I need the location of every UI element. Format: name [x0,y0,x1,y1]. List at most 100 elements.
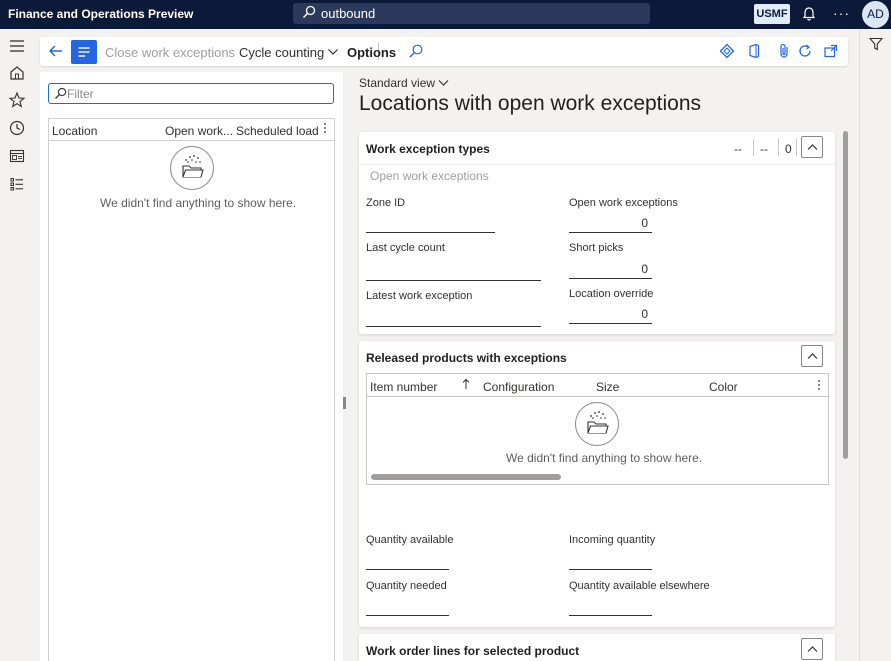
column-header-color[interactable]: Color [709,380,738,394]
notification-bell-icon[interactable] [801,6,817,22]
workspace-icon[interactable] [8,147,26,165]
location-list-panel: Location Open work... Scheduled load We … [40,72,343,661]
chevron-down-icon [438,80,449,86]
vertical-scrollbar[interactable] [843,131,848,459]
empty-state-message: We didn't find anything to show here. [506,451,703,465]
empty-folder-icon [170,146,214,190]
more-options-icon[interactable]: ··· [833,5,850,21]
quantity-available-field[interactable] [366,569,449,570]
location-grid: Location Open work... Scheduled load We … [48,118,335,661]
action-pane: Close work exceptions Cycle counting Opt… [40,37,848,66]
collapse-button[interactable] [801,345,823,367]
hamburger-icon[interactable] [8,37,26,55]
fasttab-title[interactable]: Work exception types [366,142,490,156]
open-work-exceptions-label: Open work exceptions [569,197,678,209]
released-products-grid: Item number Configuration Size Color We … [366,373,829,485]
view-selector-label: Standard view [359,76,436,90]
chevron-up-icon [807,353,818,359]
office-icon[interactable] [746,43,762,59]
company-picker-button[interactable]: USMF [754,4,790,24]
short-picks-label: Short picks [569,242,624,254]
cycle-counting-menu[interactable]: Cycle counting [239,45,339,60]
cycle-counting-label: Cycle counting [239,45,325,60]
incoming-quantity-field[interactable] [569,569,652,570]
column-header-open-work-exceptions[interactable]: Open work... [165,124,233,138]
latest-work-exception-field[interactable] [366,326,541,327]
quantity-available-elsewhere-label: Quantity available elsewhere [569,580,710,592]
summary-divider [753,139,754,156]
incoming-quantity-label: Incoming quantity [569,534,656,546]
horizontal-scrollbar[interactable] [371,474,561,480]
collapse-button[interactable] [801,136,823,158]
chevron-down-icon [328,49,339,55]
zone-id-label: Zone ID [366,197,406,209]
summary-field-3: 0 [785,142,792,156]
last-cycle-count-field[interactable] [366,280,541,281]
list-icon[interactable] [8,175,26,193]
filter-icon[interactable] [869,37,883,51]
star-icon[interactable] [8,91,26,109]
quantity-available-elsewhere-field[interactable] [569,615,652,616]
open-work-exceptions-underline [569,232,652,233]
column-options-icon[interactable] [817,379,821,391]
empty-state-message: We didn't find anything to show here. [100,196,297,210]
collapse-button[interactable] [801,638,823,660]
empty-folder-icon [575,402,619,446]
attachments-icon[interactable] [776,43,792,59]
search-icon[interactable] [408,43,424,59]
summary-divider [778,139,779,156]
released-products-fasttab: Released products with exceptions Item n… [359,341,835,627]
short-picks-underline [569,278,652,279]
home-icon[interactable] [8,64,26,82]
open-work-exceptions-value[interactable]: 0 [569,216,648,230]
location-override-value[interactable]: 0 [569,307,648,321]
quantity-needed-label: Quantity needed [366,580,447,592]
search-text: outbound [321,6,376,21]
work-exception-types-fasttab: Work exception types -- -- 0 Open work e… [359,132,835,334]
search-icon [55,87,67,99]
avatar[interactable]: AD [862,1,889,28]
quantity-available-label: Quantity available [366,534,454,546]
filter-field[interactable] [48,83,334,104]
fasttab-divider [359,164,835,165]
column-header-size[interactable]: Size [596,380,619,394]
column-options-icon[interactable] [323,122,327,134]
chevron-up-icon [807,144,818,150]
refresh-icon[interactable] [797,43,813,59]
page-options-icon[interactable] [71,40,97,64]
last-cycle-count-label: Last cycle count [366,242,445,254]
chevron-up-icon [807,646,818,652]
power-apps-icon[interactable] [719,43,735,59]
global-search-box[interactable]: outbound [293,3,650,24]
column-header-item-number[interactable]: Item number [370,380,437,394]
grid-header: Location Open work... Scheduled load [49,119,334,141]
sort-ascending-icon[interactable] [462,378,470,390]
fasttab-title[interactable]: Released products with exceptions [366,351,567,365]
top-bar: Finance and Operations Preview outbound … [0,0,891,29]
back-arrow-icon[interactable] [48,43,64,59]
right-rail [859,29,891,661]
latest-work-exception-label: Latest work exception [366,290,473,302]
fasttab-title[interactable]: Work order lines for selected product [366,644,579,658]
summary-field-2: -- [760,142,768,156]
column-header-scheduled-load[interactable]: Scheduled load [236,124,319,138]
work-order-lines-fasttab: Work order lines for selected product [359,634,835,661]
close-work-exceptions-button[interactable]: Close work exceptions [105,45,235,60]
filter-input[interactable] [67,85,327,102]
column-header-location[interactable]: Location [52,124,97,138]
clock-icon[interactable] [8,119,26,137]
column-header-configuration[interactable]: Configuration [483,380,554,394]
summary-field-1: -- [734,142,742,156]
open-in-new-window-icon[interactable] [823,43,839,59]
zone-id-field[interactable] [366,232,495,233]
left-navigation [0,29,34,661]
pane-splitter-handle[interactable] [343,397,346,409]
view-selector[interactable]: Standard view [359,76,449,90]
options-tab[interactable]: Options [347,45,396,60]
search-icon [302,5,316,19]
quantity-needed-field[interactable] [366,615,449,616]
app-title[interactable]: Finance and Operations Preview [8,7,193,21]
group-label-open-work-exceptions: Open work exceptions [370,169,489,183]
page-title: Locations with open work exceptions [359,92,702,115]
short-picks-value[interactable]: 0 [569,262,648,276]
